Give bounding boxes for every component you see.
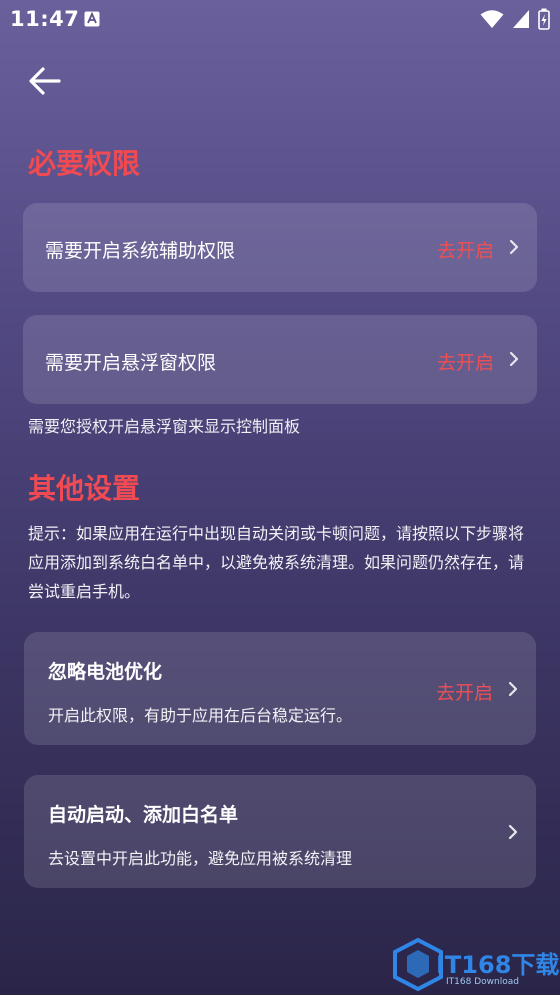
arrow-left-icon [29,67,61,95]
card-title: 自动启动、添加白名单 [48,804,239,826]
chevron-right-icon [509,351,519,367]
status-time: 11:47 [10,7,80,31]
status-icons [480,8,550,30]
permission-label: 需要开启系统辅助权限 [45,240,236,262]
card-title: 忽略电池优化 [48,661,163,683]
a-icon [84,11,100,27]
status-bar: 11:47 [0,0,560,38]
go-enable-link[interactable]: 去开启 [437,348,494,375]
watermark-logo: IT168下载站 IT168 Download [390,937,560,992]
signal-icon [513,10,529,28]
go-enable-link[interactable]: 去开启 [437,236,494,263]
battery-charging-icon [538,8,550,30]
auto-start-whitelist-card[interactable]: 自动启动、添加白名单 去设置中开启此功能，避免应用被系统清理 [24,775,536,888]
permission-label: 需要开启悬浮窗权限 [45,352,217,374]
card-description: 开启此权限，有助于应用在后台稳定运行。 [48,706,353,725]
hint-text: 提示：如果应用在运行中出现自动关闭或卡顿问题，请按照以下步骤将应用添加到系统白名… [28,524,525,601]
go-enable-link[interactable]: 去开启 [436,678,493,705]
section-title-other: 其他设置 [28,472,141,505]
section-title-required: 必要权限 [28,147,141,180]
permission-accessibility-card[interactable]: 需要开启系统辅助权限 去开启 [23,203,537,292]
watermark-text: IT168下载站 [436,951,560,979]
overlay-permission-note: 需要您授权开启悬浮窗来显示控制面板 [28,417,301,436]
battery-optimization-card[interactable]: 忽略电池优化 开启此权限，有助于应用在后台稳定运行。 去开启 [24,632,536,745]
chevron-right-icon [508,824,518,840]
chevron-right-icon [509,239,519,255]
watermark-subtext: IT168 Download [446,977,519,987]
chevron-right-icon [508,681,518,697]
wifi-icon [480,10,504,28]
permission-overlay-card[interactable]: 需要开启悬浮窗权限 去开启 [23,315,537,404]
card-description: 去设置中开启此功能，避免应用被系统清理 [48,849,353,868]
back-button[interactable] [27,64,63,98]
